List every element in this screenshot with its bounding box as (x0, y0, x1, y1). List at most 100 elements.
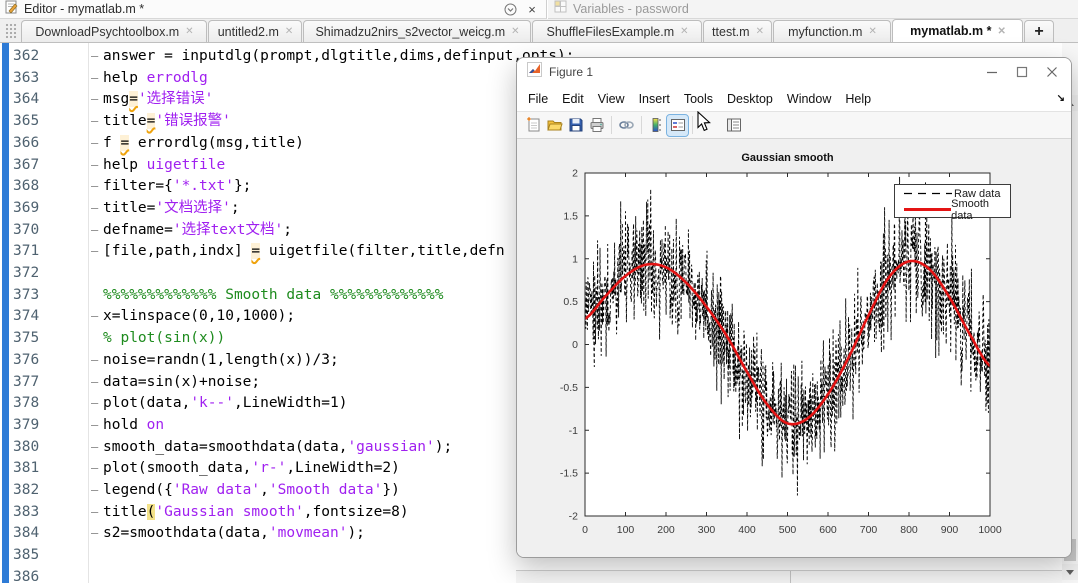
breakpoint-dash[interactable]: – (91, 502, 98, 524)
tabbar-grip-handle[interactable] (5, 23, 17, 39)
menu-edit[interactable]: Edit (555, 92, 591, 106)
tab-close-icon[interactable]: ✕ (283, 26, 300, 37)
breakpoint-dash[interactable]: – (91, 155, 98, 177)
property-inspector-icon[interactable] (723, 115, 744, 136)
new-figure-icon[interactable] (523, 115, 544, 136)
svg-text:600: 600 (819, 524, 837, 536)
svg-text:-0.5: -0.5 (560, 382, 578, 394)
plot-legend[interactable]: Raw data Smooth data (894, 184, 1011, 218)
svg-text:400: 400 (738, 524, 756, 536)
line-number[interactable]: 366 (13, 133, 39, 155)
svg-text:300: 300 (698, 524, 716, 536)
figure-titlebar[interactable]: Figure 1 (517, 58, 1071, 86)
breakpoint-dash[interactable]: – (91, 111, 98, 133)
line-number[interactable]: 371 (13, 241, 39, 263)
save-figure-icon[interactable] (565, 115, 586, 136)
line-number[interactable]: 368 (13, 176, 39, 198)
line-number[interactable]: 377 (13, 372, 39, 394)
menu-overflow-icon[interactable]: ↘ (1057, 93, 1065, 104)
menu-file[interactable]: File (521, 92, 555, 106)
document-tab-downloadpsychtoolbox-m[interactable]: DownloadPsychtoolbox.m✕ (21, 20, 207, 42)
menu-tools[interactable]: Tools (677, 92, 720, 106)
breakpoint-dash[interactable]: – (91, 437, 98, 459)
minimize-button[interactable] (977, 58, 1007, 86)
code-text: msg='选择错误' (103, 89, 213, 111)
line-number[interactable]: 376 (13, 350, 39, 372)
line-number[interactable]: 374 (13, 306, 39, 328)
insert-colorbar-icon[interactable] (646, 115, 667, 136)
line-number[interactable]: 384 (13, 523, 39, 545)
line-number[interactable]: 382 (13, 480, 39, 502)
breakpoint-dash[interactable]: – (91, 133, 98, 155)
line-number[interactable]: 378 (13, 393, 39, 415)
new-document-tab-button[interactable]: + (1024, 20, 1054, 42)
document-tab-shufflefilesexample-m[interactable]: ShuffleFilesExample.m✕ (532, 20, 702, 42)
legend-smooth-label: Smooth data (951, 198, 1010, 222)
tab-label: myfunction.m (780, 25, 866, 39)
line-number[interactable]: 372 (13, 263, 39, 285)
breakpoint-dash[interactable]: – (91, 46, 98, 68)
menu-help[interactable]: Help (838, 92, 878, 106)
menu-window[interactable]: Window (780, 92, 838, 106)
breakpoint-dash[interactable]: – (91, 480, 98, 502)
line-number[interactable]: 373 (13, 285, 39, 307)
line-number[interactable]: 364 (13, 89, 39, 111)
tab-close-icon[interactable]: ✕ (183, 26, 200, 37)
line-number[interactable]: 385 (13, 545, 39, 567)
line-number[interactable]: 379 (13, 415, 39, 437)
line-number[interactable]: 362 (13, 46, 39, 68)
line-number[interactable]: 383 (13, 502, 39, 524)
document-tab-untitled2-m[interactable]: untitled2.m✕ (208, 20, 302, 42)
breakpoint-dash[interactable]: – (91, 176, 98, 198)
legend-raw-line-sample (902, 186, 954, 201)
breakpoint-dash[interactable]: – (91, 372, 98, 394)
code-text: title('Gaussian smooth',fontsize=8) (103, 502, 409, 524)
scrollbar-down-arrow[interactable] (1062, 564, 1078, 580)
tab-close-icon[interactable]: ✕ (509, 26, 526, 37)
document-tab-shimadzu2nirs-s2vector-weicg-m[interactable]: Shimadzu2nirs_s2vector_weicg.m✕ (303, 20, 531, 42)
document-tab-ttest-m[interactable]: ttest.m✕ (703, 20, 772, 42)
breakpoint-dash[interactable]: – (91, 68, 98, 90)
line-number[interactable]: 365 (13, 111, 39, 133)
code-text: defname='选择text文档'; (103, 220, 292, 242)
line-number[interactable]: 363 (13, 68, 39, 90)
line-number[interactable]: 380 (13, 437, 39, 459)
document-tab-mymatlab-m-[interactable]: mymatlab.m *✕ (892, 19, 1023, 42)
figure-window: Figure 1 FileEditViewInsertToolsDesktopW… (516, 57, 1072, 558)
breakpoint-dash[interactable]: – (91, 220, 98, 242)
print-figure-icon[interactable] (586, 115, 607, 136)
tab-close-icon[interactable]: ✕ (866, 26, 883, 37)
breakpoint-dash[interactable]: – (91, 393, 98, 415)
maximize-button[interactable] (1007, 58, 1037, 86)
line-number[interactable]: 369 (13, 198, 39, 220)
code-text: s2=smoothdata(data,'movmean'); (103, 523, 365, 545)
close-button[interactable] (1037, 58, 1067, 86)
panel-menu-icon[interactable] (502, 2, 518, 17)
link-plot-icon[interactable] (616, 115, 637, 136)
breakpoint-dash[interactable]: – (91, 350, 98, 372)
breakpoint-dash[interactable]: – (91, 523, 98, 545)
panel-close-icon[interactable]: × (524, 2, 540, 17)
line-number[interactable]: 386 (13, 567, 39, 583)
breakpoint-dash[interactable]: – (91, 89, 98, 111)
document-tab-myfunction-m[interactable]: myfunction.m✕ (773, 20, 891, 42)
menu-insert[interactable]: Insert (632, 92, 677, 106)
svg-text:500: 500 (779, 524, 797, 536)
tab-close-icon[interactable]: ✕ (995, 26, 1012, 37)
breakpoint-dash[interactable]: – (91, 306, 98, 328)
insert-legend-icon[interactable] (667, 115, 688, 136)
breakpoint-dash[interactable]: – (91, 198, 98, 220)
breakpoint-dash[interactable]: – (91, 415, 98, 437)
tab-close-icon[interactable]: ✕ (678, 26, 695, 37)
menu-desktop[interactable]: Desktop (720, 92, 780, 106)
breakpoint-dash[interactable]: – (91, 458, 98, 480)
breakpoint-dash[interactable]: – (91, 241, 98, 263)
svg-text:-1: -1 (569, 425, 578, 437)
menu-view[interactable]: View (591, 92, 632, 106)
open-file-icon[interactable] (544, 115, 565, 136)
line-number[interactable]: 367 (13, 155, 39, 177)
line-number[interactable]: 381 (13, 458, 39, 480)
line-number[interactable]: 370 (13, 220, 39, 242)
line-number[interactable]: 375 (13, 328, 39, 350)
tab-close-icon[interactable]: ✕ (754, 26, 771, 37)
